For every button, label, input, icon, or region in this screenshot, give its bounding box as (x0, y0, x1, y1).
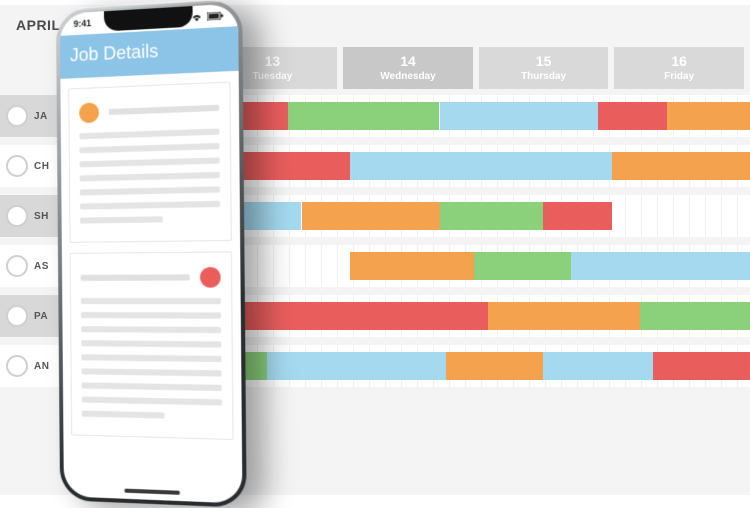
avatar (6, 305, 28, 327)
resource-initials: AN (34, 361, 49, 372)
app-title: Job Details (70, 41, 159, 66)
date-number: 14 (400, 54, 416, 69)
schedule-bar[interactable] (612, 152, 750, 180)
schedule-bar[interactable] (488, 302, 640, 330)
avatar (6, 255, 28, 277)
home-indicator (124, 489, 179, 495)
date-column-header[interactable]: 16 Friday (614, 47, 744, 89)
text-line-placeholder (81, 340, 221, 347)
avatar (6, 155, 28, 177)
text-line-placeholder (81, 312, 221, 319)
job-card[interactable] (68, 81, 232, 242)
status-dot-icon (79, 102, 99, 123)
job-card-header (81, 267, 221, 288)
day-of-week: Wednesday (380, 71, 435, 82)
schedule-bar[interactable] (571, 252, 750, 280)
text-line-placeholder (80, 201, 220, 210)
resource-initials: JA (34, 111, 48, 122)
phone-clock: 9:41 (74, 18, 92, 29)
text-line-placeholder (81, 326, 221, 333)
avatar (6, 205, 28, 227)
date-number: 15 (536, 54, 552, 69)
text-line-placeholder (80, 186, 220, 195)
status-dot-icon (200, 267, 221, 288)
card-title-placeholder (81, 274, 190, 281)
text-line-placeholder (81, 368, 221, 376)
resource-label-cell[interactable]: PA (0, 295, 60, 337)
resource-initials: PA (34, 311, 48, 322)
schedule-bar[interactable] (440, 202, 544, 230)
text-line-placeholder (80, 172, 220, 182)
text-line-placeholder (81, 354, 221, 362)
resource-initials: AS (34, 261, 49, 272)
schedule-bar[interactable] (288, 102, 440, 130)
resource-initials: SH (34, 211, 49, 222)
wifi-icon (191, 13, 203, 22)
text-line-placeholder (81, 298, 221, 304)
schedule-bar[interactable] (667, 102, 750, 130)
schedule-bar[interactable] (440, 102, 599, 130)
schedule-bar[interactable] (350, 252, 474, 280)
schedule-bar[interactable] (640, 302, 750, 330)
schedule-bar[interactable] (598, 102, 667, 130)
text-line-placeholder (79, 128, 219, 139)
date-column-header[interactable]: 14 Wednesday (343, 47, 473, 89)
schedule-bar[interactable] (267, 352, 446, 380)
day-of-week: Tuesday (252, 71, 292, 82)
date-number: 16 (671, 54, 687, 69)
phone-screen: 9:41 Job Details (60, 3, 243, 503)
schedule-bar[interactable] (653, 352, 750, 380)
battery-icon (207, 11, 224, 20)
avatar (6, 105, 28, 127)
text-line-placeholder (82, 382, 222, 391)
day-of-week: Friday (664, 71, 694, 82)
schedule-bar[interactable] (446, 352, 543, 380)
job-card[interactable] (70, 251, 234, 440)
schedule-bar[interactable] (543, 202, 612, 230)
card-title-placeholder (109, 105, 220, 115)
resource-label-cell[interactable]: CH (0, 145, 60, 187)
resource-label-cell[interactable]: SH (0, 195, 60, 237)
resource-label-cell[interactable]: AN (0, 345, 60, 387)
avatar (6, 355, 28, 377)
job-card-list (60, 81, 241, 440)
date-number: 13 (265, 54, 281, 69)
schedule-bar[interactable] (474, 252, 571, 280)
resource-label-cell[interactable]: JA (0, 95, 60, 137)
schedule-bar[interactable] (302, 202, 440, 230)
schedule-bar[interactable] (350, 152, 612, 180)
schedule-bar[interactable] (543, 352, 653, 380)
text-line-placeholder (82, 411, 165, 419)
date-column-header[interactable]: 15 Thursday (479, 47, 609, 89)
text-line-placeholder (80, 143, 220, 153)
text-line-placeholder (80, 157, 220, 167)
job-card-header (79, 97, 219, 123)
text-line-placeholder (80, 216, 163, 223)
resource-initials: CH (34, 161, 49, 172)
day-of-week: Thursday (521, 71, 566, 82)
phone-mockup: 9:41 Job Details (56, 0, 247, 508)
resource-label-cell[interactable]: AS (0, 245, 60, 287)
text-line-placeholder (82, 396, 222, 405)
phone-frame: 9:41 Job Details (56, 0, 247, 508)
